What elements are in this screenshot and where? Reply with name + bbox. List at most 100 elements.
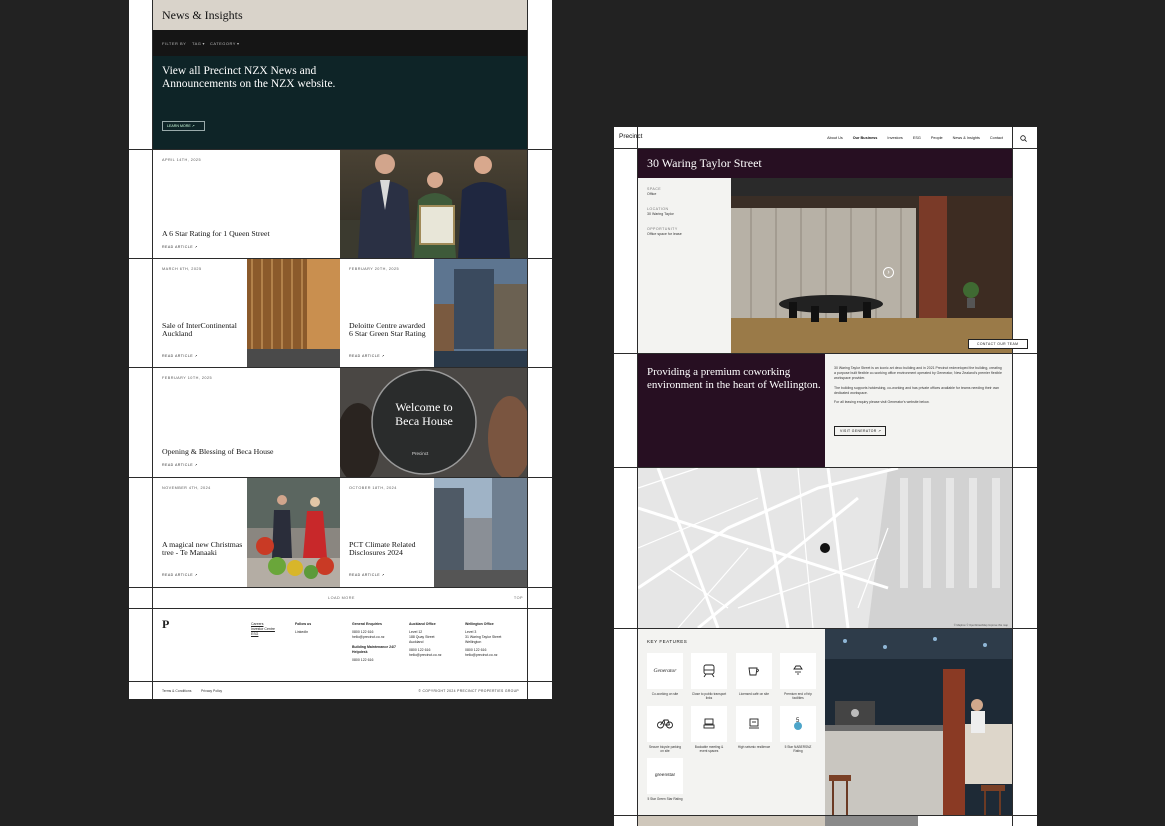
read-article-label: READ ARTICLE [162,573,194,577]
copyright: © COPYRIGHT 2024 PRECINCT PROPERTIES GRO… [418,689,519,693]
article-title: A magical new Christmas tree - Te Manaak… [162,540,243,558]
footer-general: General Enquiries 0800 122 616 hello@pre… [352,622,407,663]
nav-our-business[interactable]: Our Business [853,136,878,140]
article-photo [434,478,527,587]
arrow-right-icon[interactable]: › [883,267,894,278]
meta-key: LOCATION [647,207,669,211]
nav-esg[interactable]: ESG [913,136,921,140]
auckland-email[interactable]: hello@precinct.co.nz [409,653,442,658]
auckland-heading: Auckland Office [409,622,436,626]
property-page: Precinct About Us Our Business Investors… [614,127,1037,826]
beca-sign-line2: Beca House [395,414,453,428]
read-article-link[interactable]: READ ARTICLE ↗ [162,463,198,467]
learn-more-button[interactable]: LEARN MORE ↗ [162,121,205,131]
nzx-banner: View all Precinct NZX News and Announcem… [153,56,527,149]
linkedin-link[interactable]: LinkedIn [295,630,311,635]
footer-wellington: Wellington Office Level 3 31 Waring Tayl… [465,622,501,658]
learn-more-label: LEARN MORE [167,124,191,128]
news-page: News & Insights FILTER BY TAG ▾ CATEGORY… [129,0,552,699]
beca-sign-brand: Precinct [412,451,429,456]
feature-label: 5 Star Green Star Rating [647,797,683,801]
meta-key: SPACE [647,187,662,191]
read-article-link[interactable]: READ ARTICLE ↗ [162,573,198,577]
cafe-photo [825,629,1012,815]
property-title: 30 Waring Taylor Street [647,156,762,170]
nzx-text: View all Precinct NZX News and Announcem… [162,65,336,90]
nav-about-us[interactable]: About Us [827,136,843,140]
train-icon [691,653,727,689]
wellington-line: Wellington [465,640,482,644]
grid-line [129,681,552,682]
meeting-icon [691,706,727,742]
filter-label: FILTER BY [162,41,187,46]
article-title: Opening & Blessing of Beca House [162,447,274,456]
filter-category[interactable]: CATEGORY ▾ [210,41,239,46]
wellington-email[interactable]: hello@precinct.co.nz [465,653,501,658]
auckland-line: Auckland [409,640,424,644]
article-card[interactable]: NOVEMBER 4TH, 2024 A magical new Christm… [153,478,247,587]
terms-link[interactable]: Terms & Conditions [162,689,191,693]
article-photo [434,259,527,367]
feature-item: Licensed café on site [736,653,772,696]
footer-auckland: Auckland Office Level 12 188 Quay Street… [409,622,442,658]
follow-heading: Follow us [295,622,312,626]
read-article-link[interactable]: READ ARTICLE ↗ [162,245,198,249]
article-card[interactable]: MARCH 6TH, 2025 Sale of InterContinental… [153,259,247,367]
next-section-strip [638,816,825,826]
feature-label: 5 Star NABERSNZ Rating [784,745,812,754]
feature-item: 5 5 Star NABERSNZ Rating [780,706,816,753]
read-article-label: READ ARTICLE [349,573,381,577]
privacy-link[interactable]: Privacy Policy [201,689,222,693]
precinct-logo[interactable]: Precinct [619,133,642,140]
article-card[interactable]: APRIL 14TH, 2025 A 6 Star Rating for 1 Q… [153,150,340,258]
cowork-heading: Providing a premium coworking environmen… [647,366,821,391]
back-to-top-link[interactable]: TOP [514,596,523,600]
property-title-bar: 30 Waring Taylor Street [638,149,1012,178]
bike-icon [647,706,683,742]
esg-link[interactable]: ESG [251,632,275,637]
top-nav: Precinct About Us Our Business Investors… [614,127,1037,149]
contact-team-button[interactable]: CONTACT OUR TEAM [968,339,1028,349]
cowork-description: 30 Waring Taylor Street is an iconic art… [825,354,1012,467]
map-credit: © Mapbox © OpenStreetMap Improve this ma… [953,624,1008,627]
general-email[interactable]: hello@precinct.co.nz [352,635,407,640]
page-title: News & Insights [162,8,243,22]
nav-people[interactable]: People [931,136,943,140]
visit-generator-label: VISIT GENERATOR [840,429,877,433]
search-icon[interactable] [1020,135,1027,142]
feature-item: Secure bicycle parking on site [647,706,683,753]
load-more-button[interactable]: LOAD MORE [328,596,355,600]
visit-generator-button[interactable]: VISIT GENERATOR ↗ [834,426,886,436]
read-article-label: READ ARTICLE [162,463,194,467]
nav-contact[interactable]: Contact [990,136,1003,140]
cowork-panel: Providing a premium coworking environmen… [638,354,825,467]
read-article-label: READ ARTICLE [162,354,194,358]
article-card[interactable]: FEBRUARY 10TH, 2025 Opening & Blessing o… [153,368,340,477]
next-section-strip [825,816,918,826]
filter-tag[interactable]: TAG ▾ [192,41,205,46]
meta-key: OPPORTUNITY [647,227,678,231]
meta-value: 30 Waring Taylor [647,212,674,216]
article-card[interactable]: OCTOBER 18TH, 2024 PCT Climate Related D… [340,478,434,587]
feature-label: Secure bicycle parking on site [648,745,682,754]
filter-category-label: CATEGORY [210,41,236,46]
location-map[interactable]: © Mapbox © OpenStreetMap Improve this ma… [638,468,1012,628]
article-card[interactable]: FEBRUARY 20TH, 2025 Deloitte Centre awar… [340,259,434,367]
article-date: NOVEMBER 4TH, 2024 [162,486,211,490]
feature-item: Close to public transport links [691,653,727,700]
nav-investors[interactable]: Investors [887,136,902,140]
read-article-link[interactable]: READ ARTICLE ↗ [349,573,385,577]
meta-value: Office space for lease [647,232,682,236]
shower-icon [780,653,816,689]
read-article-link[interactable]: READ ARTICLE ↗ [349,354,385,358]
seismic-icon [736,706,772,742]
article-date: FEBRUARY 10TH, 2025 [162,376,213,380]
read-article-link[interactable]: READ ARTICLE ↗ [162,354,198,358]
wellington-heading: Wellington Office [465,622,494,626]
key-features: KEY FEATURES Generator Co-working on sit… [638,629,825,815]
feature-item: Generator Co-working on site [647,653,683,696]
property-photo: › [731,178,1012,353]
nav-news-insights[interactable]: News & Insights [953,136,980,140]
page-title-bar: News & Insights [153,0,527,30]
arrow-up-right-icon: ↗ [191,124,195,128]
